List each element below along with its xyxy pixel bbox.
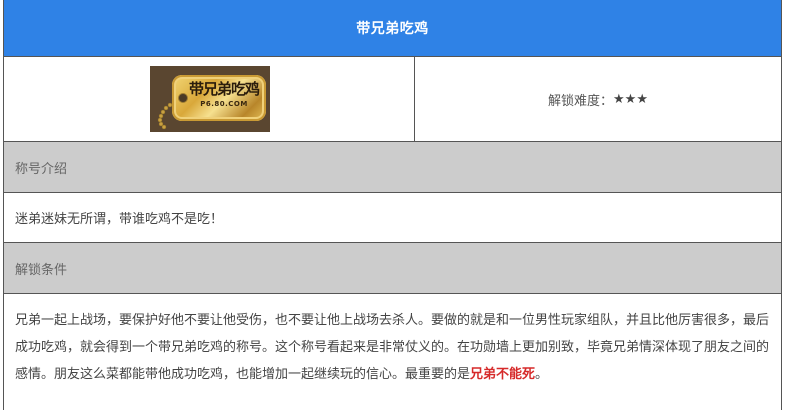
- badge-row: 带兄弟吃鸡 P6.80.COM 解锁难度： ★★★: [4, 57, 781, 142]
- badge-image-cell: 带兄弟吃鸡 P6.80.COM: [4, 57, 415, 141]
- difficulty-cell: 解锁难度： ★★★: [415, 57, 781, 141]
- conditions-end: 。: [535, 367, 549, 382]
- conditions-heading-label: 解锁条件: [15, 262, 68, 278]
- title-card: 带兄弟吃鸡 带兄弟吃鸡 P6.80.COM 解锁难度： ★★★ 称号介绍 迷弟迷…: [3, 0, 782, 410]
- intro-heading-label: 称号介绍: [15, 161, 68, 177]
- conditions-text: 兄弟一起上战场，要保护好他不要让他受伤，也不要让他上战场去杀人。要做的就是和一位…: [15, 313, 770, 382]
- intro-body: 迷弟迷妹无所谓，带谁吃鸡不是吃！: [4, 193, 781, 243]
- intro-text: 迷弟迷妹无所谓，带谁吃鸡不是吃！: [15, 212, 224, 227]
- title-name: 带兄弟吃鸡: [356, 21, 429, 37]
- dog-tag-subtext: P6.80.COM: [200, 100, 248, 108]
- conditions-heading: 解锁条件: [4, 243, 781, 294]
- difficulty-stars: ★★★: [613, 91, 648, 107]
- difficulty-label: 解锁难度：: [548, 93, 614, 109]
- title-header: 带兄弟吃鸡: [4, 0, 781, 57]
- dog-tag-text: 带兄弟吃鸡: [188, 80, 260, 98]
- conditions-highlight: 兄弟不能死: [470, 367, 536, 382]
- dog-tag-image: 带兄弟吃鸡 P6.80.COM: [150, 66, 270, 132]
- conditions-body: 兄弟一起上战场，要保护好他不要让他受伤，也不要让他上战场去杀人。要做的就是和一位…: [4, 294, 781, 410]
- intro-heading: 称号介绍: [4, 142, 781, 193]
